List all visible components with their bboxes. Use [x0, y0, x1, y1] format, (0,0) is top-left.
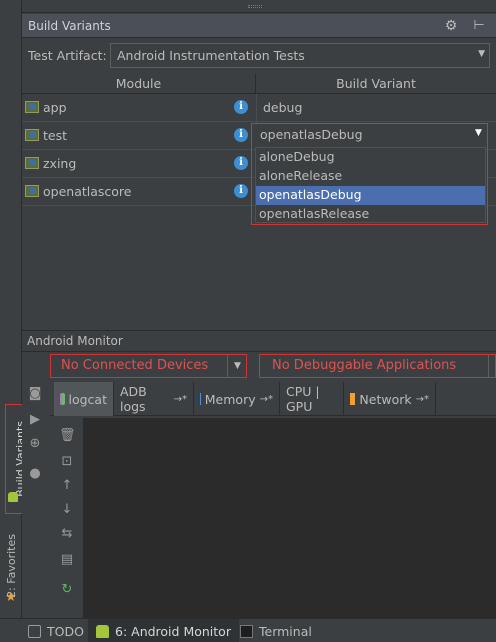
side-tab-favorites-label: 2: Favorites [4, 534, 18, 598]
android-monitor-header: Android Monitor [22, 330, 496, 352]
grip-icon [248, 5, 262, 8]
info-icon[interactable]: i [234, 100, 248, 114]
tab-network[interactable]: Network →* [344, 382, 436, 416]
screen-capture-icon[interactable]: ⊡ [59, 454, 75, 470]
module-icon [25, 185, 39, 197]
variant-option[interactable]: aloneRelease [256, 167, 485, 186]
gear-icon[interactable]: ⚙ [442, 17, 460, 35]
android-icon [96, 624, 109, 638]
android-icon [8, 492, 18, 502]
arrow-down-icon[interactable]: ↓ [59, 502, 75, 518]
trash-icon[interactable]: 🗑 [59, 428, 76, 444]
build-variants-header: Build Variants ⚙ ⊢ [22, 14, 496, 38]
info-icon[interactable]: i [234, 128, 248, 142]
tab-label: Memory [204, 391, 256, 407]
column-header-build-variant[interactable]: Build Variant [256, 74, 496, 94]
variant-dropdown[interactable]: openatlasDebug [255, 124, 486, 146]
logcat-toolbar: 🗑 ⊡ ↑ ↓ ⇆ ▤ ↻ [50, 418, 84, 618]
camera-icon[interactable]: ◙ [27, 386, 43, 402]
module-name: app [43, 100, 67, 115]
device-select[interactable]: No Connected Devices ▼ [50, 354, 247, 378]
module-icon [25, 157, 39, 169]
variant-option[interactable]: aloneDebug [256, 148, 485, 167]
bottom-tab-android-monitor[interactable]: 6: Android Monitor [88, 619, 239, 642]
tab-suffix: →* [173, 393, 187, 405]
variant-option[interactable]: openatlasRelease [256, 205, 485, 224]
bottom-tab-todo[interactable]: TODO [20, 619, 92, 642]
network-icon [350, 393, 356, 405]
tab-label: logcat [68, 391, 108, 407]
tab-label: CPU | GPU [286, 384, 320, 414]
device-select-value: No Connected Devices [61, 358, 209, 373]
bottom-tab-label: Terminal [259, 623, 312, 639]
tab-label: ADB logs [120, 384, 147, 414]
android-monitor-title: Android Monitor [27, 334, 123, 348]
module-name: openatlascore [43, 184, 132, 199]
variant-cell[interactable]: debug [256, 94, 496, 122]
restart-icon[interactable]: ↻ [59, 582, 75, 598]
test-artifact-label: Test Artifact: [28, 48, 107, 63]
tab-suffix: →* [415, 393, 429, 405]
panel-resize-handle[interactable] [22, 0, 496, 13]
monitor-side-toolbar: ◙ ▶ ⊕ ● [22, 378, 50, 618]
test-artifact-select[interactable]: Android Instrumentation Tests ▼ [110, 43, 490, 68]
tab-cpu-gpu[interactable]: CPU | GPU [280, 382, 344, 416]
tab-label: Network [359, 391, 412, 407]
monitor-tabs: logcat ADB logs →* Memory →* CPU | GPU N… [50, 382, 496, 416]
info-icon[interactable]: i [234, 156, 248, 170]
tab-suffix: →* [259, 393, 273, 405]
chevron-down-icon: ▼ [227, 355, 247, 377]
bottom-tab-label: 6: Android Monitor [115, 623, 231, 639]
module-icon [25, 101, 39, 113]
module-icon [25, 129, 39, 141]
soft-wrap-icon[interactable]: ⇆ [59, 526, 75, 542]
todo-icon [28, 624, 41, 638]
variant-dropdown-value: openatlasDebug [260, 127, 363, 142]
test-artifact-value: Android Instrumentation Tests [117, 48, 305, 63]
arrow-up-icon[interactable]: ↑ [59, 478, 75, 494]
table-row: app i debug [22, 94, 496, 122]
variant-option-selected[interactable]: openatlasDebug [256, 186, 485, 205]
chevron-down-icon[interactable]: ▼ [475, 128, 482, 138]
chevron-down-icon: ▼ [478, 49, 485, 59]
variant-dropdown-list: aloneDebug aloneRelease openatlasDebug o… [255, 147, 486, 223]
record-icon[interactable]: ▶ [27, 412, 43, 428]
terminal-icon [240, 624, 253, 638]
bottom-tab-terminal[interactable]: Terminal [232, 619, 320, 642]
bottom-tab-label: TODO [47, 623, 84, 639]
tab-memory[interactable]: Memory →* [194, 382, 280, 416]
print-icon[interactable]: ▤ [59, 552, 75, 568]
tab-logcat[interactable]: logcat [54, 382, 114, 416]
column-header-module[interactable]: Module [22, 74, 256, 94]
module-name: zxing [43, 156, 77, 171]
app-select[interactable]: No Debuggable Applications [259, 354, 496, 378]
info-icon[interactable]: i [234, 184, 248, 198]
stop-icon[interactable]: ● [27, 466, 43, 482]
star-icon: ★ [5, 590, 17, 605]
tab-adb-logs[interactable]: ADB logs →* [114, 382, 194, 416]
chevron-down-icon [488, 355, 496, 377]
memory-icon [200, 393, 201, 405]
variant-name: debug [263, 100, 303, 115]
hide-panel-icon[interactable]: ⊢ [470, 17, 488, 35]
logcat-icon [60, 393, 65, 405]
search-icon[interactable]: ⊕ [27, 436, 43, 452]
module-name: test [43, 128, 68, 143]
build-variants-title: Build Variants [28, 19, 111, 33]
bottom-tool-bar: TODO 6: Android Monitor Terminal [0, 618, 496, 642]
logcat-output[interactable] [84, 418, 496, 618]
app-select-value: No Debuggable Applications [272, 358, 457, 373]
